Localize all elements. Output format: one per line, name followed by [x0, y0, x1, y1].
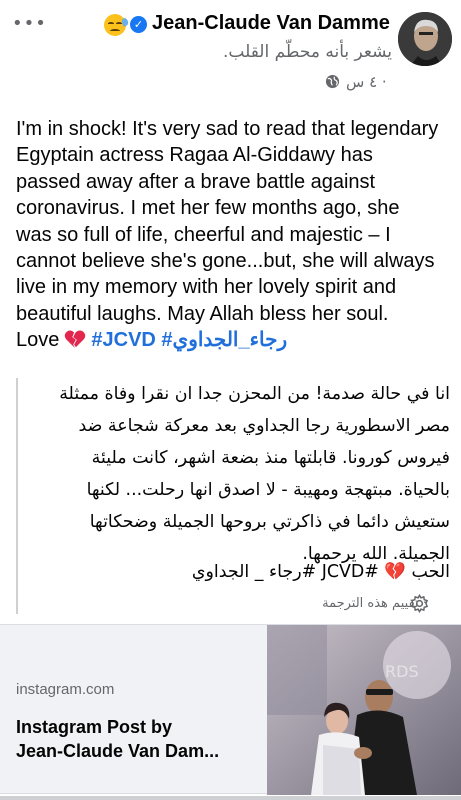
link-title-line: Instagram Post by	[16, 717, 173, 737]
post-line: coronavirus. I met her few months ago, s…	[16, 197, 400, 220]
post-line: live in my memory with her lovely spirit…	[16, 276, 397, 299]
svg-text:RDS: RDS	[385, 662, 419, 681]
rate-translation-link[interactable]: · تقييم هذه الترجمة	[322, 596, 427, 611]
post-header: ••• ✓ Jean-Claude Van Damme يشعر بأنه مح…	[0, 0, 461, 100]
author-name[interactable]: Jean-Claude Van Damme	[152, 12, 390, 35]
section-divider	[0, 796, 461, 800]
hashtag-jcvd[interactable]: #JCVD	[91, 329, 155, 351]
author-avatar[interactable]	[398, 12, 452, 66]
sad-face-emoji	[104, 14, 130, 36]
link-domain: instagram.com	[16, 681, 115, 698]
post-line: I'm in shock! It's very sad to read that…	[16, 118, 439, 140]
link-thumbnail-image[interactable]: RDS	[267, 625, 461, 795]
love-word: Love	[16, 329, 60, 352]
broken-heart-icon	[65, 330, 86, 349]
post-line: passed away after a brave battle against	[16, 170, 376, 193]
post-timestamp[interactable]: ٤ س ·	[346, 73, 387, 91]
feeling-status: يشعر بأنه محطّم القلب.	[222, 42, 392, 62]
post-line: was so full of life, cheerful and majest…	[16, 223, 391, 246]
hashtag-arabic[interactable]: #رجاء_الجداوي	[161, 329, 287, 351]
link-title[interactable]: Instagram Post by Jean-Claude Van Dam...	[16, 715, 246, 763]
translation-last-line: الحب 💔 #JCVD #رجاء _ الجداوي	[191, 562, 450, 582]
more-options-icon[interactable]: •••	[12, 15, 47, 33]
post-line: cannot believe she's gone...but, she wil…	[16, 250, 435, 273]
translation-text: انا في حالة صدمة! من المحزن جدا ان نقرا …	[59, 384, 450, 564]
post-body: I'm in shock! It's very sad to read that…	[16, 116, 448, 354]
post-last-line: Love #JCVD #رجاء_الجداوي	[16, 327, 448, 353]
post-line: beautiful laughs. May Allah bless her so…	[16, 302, 389, 325]
post-line: Egyptain actress Ragaa Al-Giddawy has	[16, 144, 373, 167]
link-preview-card[interactable]: instagram.com Instagram Post by Jean-Cla…	[0, 624, 461, 795]
link-title-line: Jean-Claude Van Dam...	[16, 741, 220, 761]
verified-badge-icon: ✓	[130, 16, 147, 33]
translation-block: انا في حالة صدمة! من المحزن جدا ان نقرا …	[16, 378, 450, 614]
globe-icon[interactable]	[325, 74, 340, 89]
